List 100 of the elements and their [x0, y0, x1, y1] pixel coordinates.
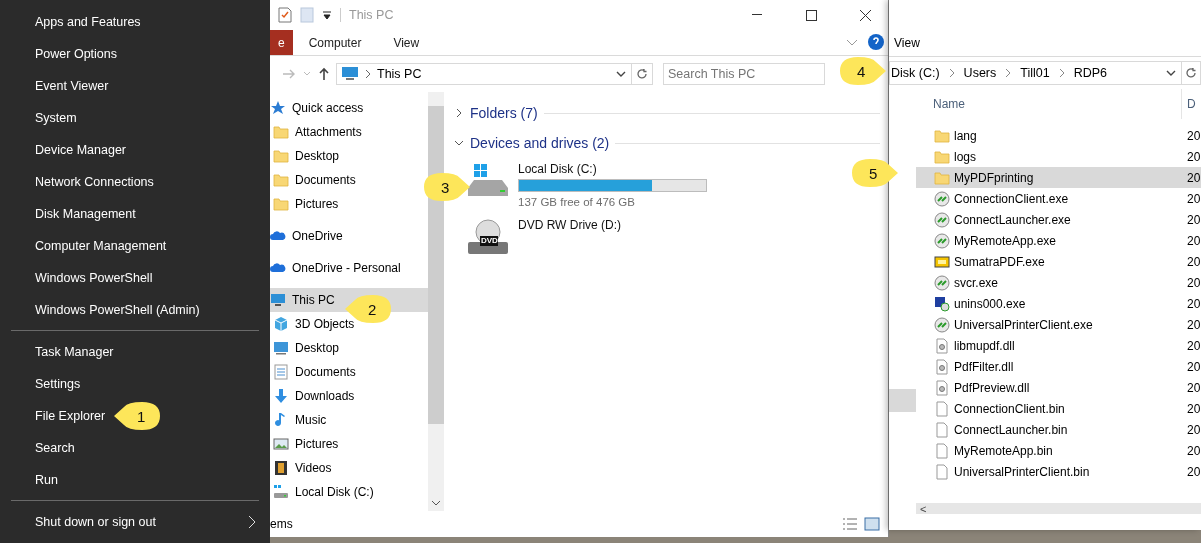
menu-item[interactable]: Computer Management	[35, 239, 167, 253]
date-cell-text: 20	[1186, 149, 1201, 164]
file-icon	[934, 421, 950, 438]
chevron-down-icon[interactable]	[1165, 68, 1177, 78]
date-cell-text: 20	[1186, 317, 1201, 332]
chevron-down-icon[interactable]	[454, 138, 464, 148]
file-row[interactable]: ConnectLauncher.bin 20	[916, 419, 1201, 440]
file-name: MyRemoteApp.bin	[953, 443, 1054, 458]
nav-item[interactable]: Quick access	[270, 96, 428, 120]
breadcrumb-item[interactable]: Users	[963, 66, 997, 80]
refresh-icon[interactable]	[636, 68, 648, 80]
file-name: ConnectLauncher.bin	[953, 422, 1069, 437]
file-row[interactable]: MyPDFprinting 20	[916, 167, 1201, 188]
file-row[interactable]: PdfPreview.dll 20	[916, 377, 1201, 398]
nav-item[interactable]: Local Disk (C:)	[270, 480, 428, 504]
file-row[interactable]: ConnectLauncher.exe 20	[916, 209, 1201, 230]
section-header[interactable]: Folders (7)	[470, 105, 538, 121]
menu-item[interactable]: Run	[35, 473, 58, 487]
column-header[interactable]: D	[1181, 89, 1201, 119]
date-cell-text: 20	[1186, 296, 1201, 311]
horizontal-scrollbar[interactable]: <	[916, 503, 1201, 514]
maximize-icon[interactable]	[805, 9, 817, 21]
menu-item[interactable]: Shut down or sign out	[35, 515, 156, 529]
file-name: UniversalPrinterClient.bin	[953, 464, 1091, 479]
status-text: ems	[270, 517, 293, 531]
menu-item[interactable]: File Explorer	[35, 409, 106, 423]
remote-app-icon	[934, 211, 950, 228]
column-header[interactable]: Name	[916, 97, 1181, 111]
menu-item[interactable]: Device Manager	[35, 143, 126, 157]
menu-item[interactable]: Search	[35, 441, 75, 455]
breadcrumb-item[interactable]: Disk (C:)	[891, 66, 940, 80]
menu-item[interactable]: Apps and Features	[35, 15, 141, 29]
ribbon-tab[interactable]: View	[377, 30, 436, 55]
chevron-right-icon[interactable]	[454, 108, 464, 118]
menu-item[interactable]: System	[35, 111, 77, 125]
close-icon[interactable]	[859, 9, 871, 21]
file-name: UniversalPrinterClient.exe	[953, 317, 1094, 332]
file-row[interactable]: lang 20	[916, 125, 1201, 146]
nav-item[interactable]: Music	[270, 408, 428, 432]
menu-item[interactable]: Disk Management	[35, 207, 136, 221]
menu-item[interactable]: Settings	[35, 377, 81, 391]
menu-item[interactable]: Windows PowerShell (Admin)	[35, 303, 200, 317]
up-arrow-icon[interactable]	[318, 67, 330, 81]
file-row[interactable]: libmupdf.dll 20	[916, 335, 1201, 356]
file-row[interactable]: ConnectionClient.exe 20	[916, 188, 1201, 209]
pdf-icon	[934, 253, 950, 270]
file-row[interactable]: logs 20	[916, 146, 1201, 167]
file-name: unins000.exe	[953, 296, 1027, 311]
chevron-right-icon	[1005, 68, 1012, 78]
section-header[interactable]: Devices and drives (2)	[470, 135, 610, 151]
breadcrumb-item[interactable]: Till01	[1020, 66, 1050, 80]
ribbon-tab[interactable]: Computer	[292, 30, 378, 55]
nav-item[interactable]: Pictures	[270, 432, 428, 456]
search-field[interactable]: Search This PC	[663, 63, 825, 85]
ribbon-tab[interactable]: View	[894, 36, 920, 50]
file-row[interactable]: UniversalPrinterClient.bin 20	[916, 461, 1201, 482]
address-text: This PC	[377, 67, 423, 81]
nav-item[interactable]: Documents	[270, 360, 428, 384]
folder-icon	[934, 127, 950, 144]
file-name: SumatraPDF.exe	[953, 254, 1046, 269]
nav-item[interactable]: Desktop	[270, 144, 428, 168]
file-row[interactable]: MyRemoteApp.bin 20	[916, 440, 1201, 461]
nav-item[interactable]: Videos	[270, 456, 428, 480]
menu-item[interactable]: Power Options	[35, 47, 117, 61]
file-name: ConnectionClient.exe	[953, 191, 1070, 206]
dvd-label: DVD	[481, 236, 498, 245]
nav-item[interactable]: Desktop	[270, 336, 428, 360]
menu-item[interactable]: Event Viewer	[35, 79, 109, 93]
file-row[interactable]: SumatraPDF.exe 20	[916, 251, 1201, 272]
file-row[interactable]: MyRemoteApp.exe 20	[916, 230, 1201, 251]
file-row[interactable]: UniversalPrinterClient.exe 20	[916, 314, 1201, 335]
breadcrumb-item[interactable]: RDP6	[1073, 66, 1108, 80]
ribbon-tab[interactable]: e	[270, 30, 293, 55]
properties-icon[interactable]	[278, 7, 292, 23]
gear-file-icon	[934, 358, 950, 375]
file-row[interactable]: unins000.exe 20	[916, 293, 1201, 314]
file-row[interactable]: PdfFilter.dll 20	[916, 356, 1201, 377]
free-space-text: 137 GB free of 476 GB	[518, 196, 636, 208]
nav-item[interactable]: OneDrive - Personal	[270, 256, 428, 280]
dropdown-icon[interactable]	[322, 10, 332, 20]
drive-name: DVD RW Drive (D:)	[518, 218, 622, 232]
menu-item[interactable]: Windows PowerShell	[35, 271, 153, 285]
address-bar[interactable]: This PC	[336, 63, 632, 85]
address-bar[interactable]: Disk (C:) Users Till01 RDP6	[889, 61, 1201, 85]
remote-app-icon	[934, 190, 950, 207]
nav-item[interactable]: Downloads	[270, 384, 428, 408]
chevron-right-icon	[1058, 68, 1065, 78]
menu-item[interactable]: Network Connections	[35, 175, 154, 189]
chevron-down-icon[interactable]	[431, 499, 441, 507]
chevron-down-icon[interactable]	[615, 69, 627, 79]
file-name: PdfFilter.dll	[953, 359, 1015, 374]
minimize-icon[interactable]	[752, 14, 762, 16]
file-row[interactable]: ConnectionClient.bin 20	[916, 398, 1201, 419]
file-row[interactable]: svcr.exe 20	[916, 272, 1201, 293]
nav-item[interactable]: OneDrive	[270, 224, 428, 248]
menu-item[interactable]: Task Manager	[35, 345, 114, 359]
document-icon	[273, 364, 289, 380]
date-cell-text: 20	[1186, 464, 1201, 479]
nav-item[interactable]: Attachments	[270, 120, 428, 144]
chevron-right-icon[interactable]	[248, 515, 256, 529]
